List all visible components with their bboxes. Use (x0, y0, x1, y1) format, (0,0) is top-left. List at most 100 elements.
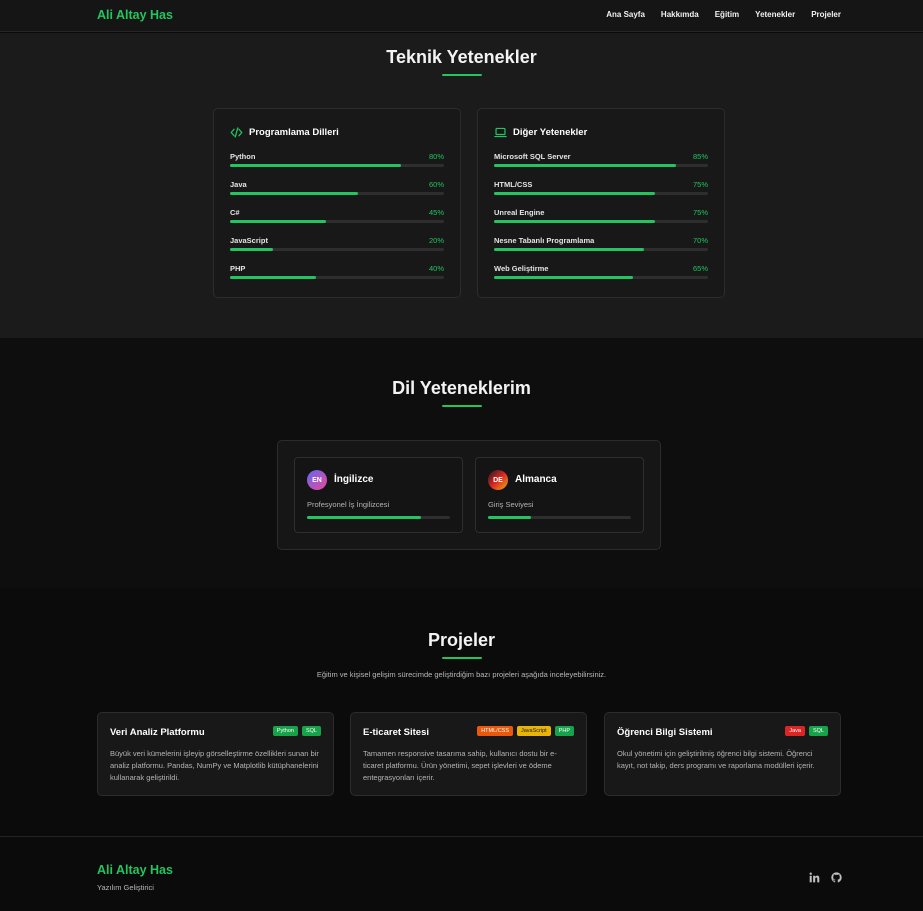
skill-progress-fill (494, 276, 634, 279)
skill-name: Java (230, 180, 247, 189)
skill-name: JavaScript (230, 236, 268, 245)
languages-container: EN İngilizce Profesyonel İş İngilizcesi … (277, 440, 661, 550)
tag-badge: HTML/CSS (477, 726, 513, 736)
brand-logo[interactable]: Ali Altay Has (97, 8, 173, 22)
skill-percent: 40% (428, 264, 444, 273)
language-badge: EN (307, 470, 327, 490)
footer-subtitle: Yazılım Geliştirici (97, 883, 154, 892)
skill-progress-fill (230, 248, 273, 251)
nav-link-education[interactable]: Eğitim (715, 10, 739, 19)
footer: Ali Altay Has Yazılım Geliştirici (0, 836, 923, 911)
nav-links: Ana Sayfa Hakkımda Eğitim Yetenekler Pro… (606, 10, 841, 19)
skill-progress-bar (230, 164, 444, 167)
language-name: Almanca (515, 474, 557, 485)
projects-section: Projeler Eğitim ve kişisel gelişim sürec… (0, 588, 923, 836)
language-progress-fill (488, 516, 531, 519)
skill-progress-fill (230, 220, 327, 223)
skills-title: Teknik Yetenekler (386, 47, 537, 67)
project-title: Öğrenci Bilgi Sistemi (617, 727, 713, 738)
nav-link-skills[interactable]: Yetenekler (755, 10, 795, 19)
project-tags: Java SQL (785, 726, 828, 736)
skill-percent: 75% (692, 208, 708, 217)
skills-section: Teknik Yetenekler Programlama Dilleri Py… (0, 33, 923, 338)
language-progress-bar (488, 516, 631, 519)
language-card-english: EN İngilizce Profesyonel İş İngilizcesi (294, 457, 463, 533)
programming-card: Programlama Dilleri Python 80% Java 60% C# 45… (213, 108, 461, 298)
nav-link-projects[interactable]: Projeler (811, 10, 841, 19)
languages-title: Dil Yeteneklerim (392, 378, 531, 398)
skill-progress-bar (230, 276, 444, 279)
skill-name: C# (230, 208, 240, 217)
language-level: Giriş Seviyesi (488, 500, 534, 509)
project-title: Veri Analiz Platformu (110, 727, 205, 738)
tag-badge: Python (272, 726, 298, 736)
skill-progress-fill (230, 192, 359, 195)
skill-progress-fill (494, 220, 655, 223)
nav-link-about[interactable]: Hakkımda (661, 10, 699, 19)
title-underline (441, 74, 482, 76)
languages-section: Dil Yeteneklerim EN İngilizce Profesyone… (0, 338, 923, 588)
card-title: Programlama Dilleri (249, 127, 339, 138)
skill-percent: 65% (692, 264, 708, 273)
skill-progress-bar (230, 248, 444, 251)
skill-percent: 75% (692, 180, 708, 189)
project-description: Okul yönetimi için geliştirilmiş öğrenci… (617, 749, 815, 770)
skill-progress-bar (494, 164, 708, 167)
card-title: Diğer Yetenekler (513, 127, 588, 138)
social-links (809, 872, 842, 883)
skill-name: Nesne Tabanlı Programlama (494, 236, 595, 245)
projects-description: Eğitim ve kişisel gelişim sürecimde geli… (316, 670, 607, 679)
language-badge: DE (488, 470, 508, 490)
github-icon[interactable] (831, 872, 842, 883)
project-card[interactable]: Öğrenci Bilgi Sistemi Java SQL Okul yöne… (604, 712, 841, 796)
skill-row: Python 80% (230, 152, 444, 172)
skill-name: Web Geliştirme (494, 264, 549, 273)
project-title: E-ticaret Sitesi (363, 727, 429, 738)
language-card-german: DE Almanca Giriş Seviyesi (475, 457, 644, 533)
navbar: Ali Altay Has Ana Sayfa Hakkımda Eğitim … (0, 0, 923, 32)
skill-percent: 70% (692, 236, 708, 245)
skill-progress-fill (230, 276, 316, 279)
language-progress-fill (307, 516, 422, 519)
skill-row: Java 60% (230, 180, 444, 200)
skill-percent: 60% (428, 180, 444, 189)
language-name: İngilizce (334, 474, 374, 485)
project-description: Büyük veri kümelerini işleyip görselleşt… (110, 749, 319, 782)
language-progress-bar (307, 516, 450, 519)
tag-badge: SQL (301, 726, 321, 736)
code-icon (230, 127, 243, 138)
skill-progress-bar (494, 220, 708, 223)
skill-row: Nesne Tabanlı Programlama 70% (494, 236, 708, 256)
skill-name: Python (230, 152, 256, 161)
skill-name: Microsoft SQL Server (494, 152, 571, 161)
projects-title: Projeler (427, 630, 496, 650)
title-underline (441, 405, 482, 407)
linkedin-icon[interactable] (809, 872, 820, 883)
tag-badge: JavaScript (517, 726, 551, 736)
project-card[interactable]: E-ticaret Sitesi HTML/CSS JavaScript PHP… (350, 712, 587, 796)
tag-badge: Java (785, 726, 805, 736)
skill-progress-bar (494, 248, 708, 251)
skill-row: Microsoft SQL Server 85% (494, 152, 708, 172)
skill-name: HTML/CSS (494, 180, 533, 189)
skill-progress-fill (494, 192, 655, 195)
title-underline (441, 657, 482, 659)
footer-brand: Ali Altay Has (97, 863, 173, 877)
skill-row: HTML/CSS 75% (494, 180, 708, 200)
nav-link-home[interactable]: Ana Sayfa (606, 10, 645, 19)
skill-percent: 80% (428, 152, 444, 161)
other-skills-card: Diğer Yetenekler Microsoft SQL Server 85%… (477, 108, 725, 298)
skill-progress-fill (230, 164, 402, 167)
skill-progress-bar (230, 220, 444, 223)
skill-row: C# 45% (230, 208, 444, 228)
project-tags: Python SQL (272, 726, 321, 736)
laptop-icon (494, 127, 507, 138)
skill-name: Unreal Engine (494, 208, 545, 217)
tag-badge: PHP (554, 726, 574, 736)
project-card[interactable]: Veri Analiz Platformu Python SQL Büyük v… (97, 712, 334, 796)
tag-badge: SQL (808, 726, 828, 736)
project-description: Tamamen responsive tasarıma sahip, kulla… (363, 749, 557, 782)
skill-progress-bar (494, 192, 708, 195)
language-level: Profesyonel İş İngilizcesi (307, 500, 390, 509)
skill-row: PHP 40% (230, 264, 444, 284)
